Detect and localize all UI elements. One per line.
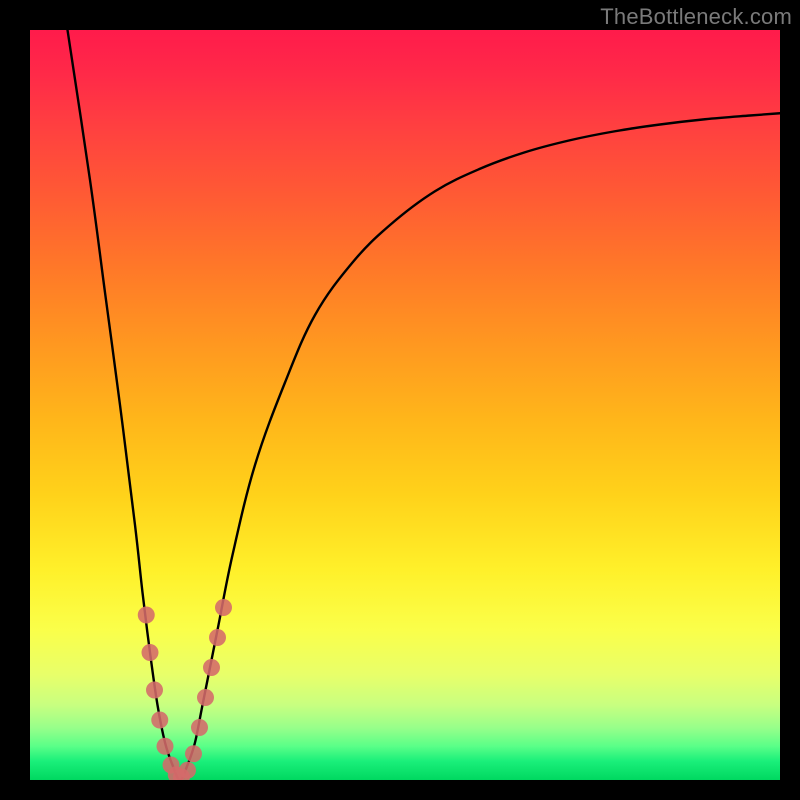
chart-svg (30, 30, 780, 780)
sample-point (191, 719, 208, 736)
sample-point (151, 712, 168, 729)
sample-point (157, 738, 174, 755)
sample-point (203, 659, 220, 676)
chart-frame: TheBottleneck.com (0, 0, 800, 800)
sample-point (179, 762, 196, 779)
sample-point (146, 682, 163, 699)
sample-point (215, 599, 232, 616)
sample-point (209, 629, 226, 646)
watermark-label: TheBottleneck.com (600, 4, 792, 30)
curve-line (68, 30, 781, 780)
bottleneck-curve (68, 30, 781, 780)
plot-area (30, 30, 780, 780)
sample-point (197, 689, 214, 706)
sample-point (185, 745, 202, 762)
sample-point (142, 644, 159, 661)
sample-point (138, 607, 155, 624)
